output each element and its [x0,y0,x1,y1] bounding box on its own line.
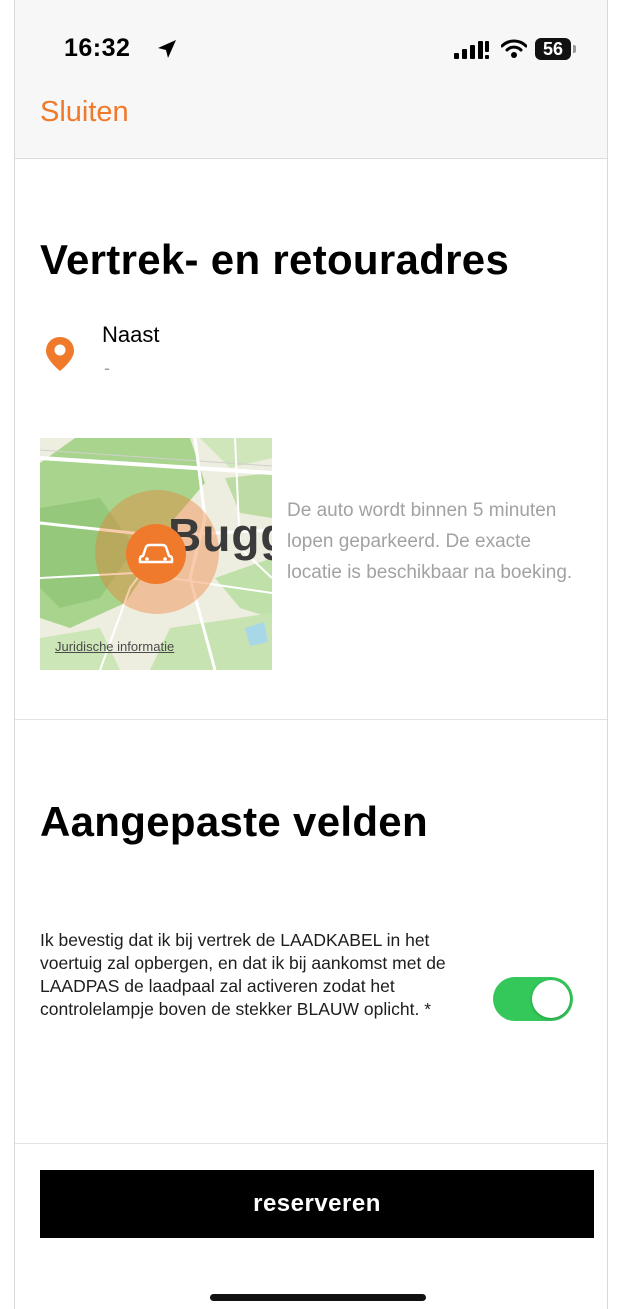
section-divider [14,719,608,720]
consent-text: Ik bevestig dat ik bij vertrek de LAADKA… [40,930,446,1019]
device-frame-left [0,0,15,1309]
car-marker[interactable] [126,524,186,584]
wifi-icon [501,39,527,58]
close-button[interactable]: Sluiten [40,96,129,129]
custom-fields-title: Aangepaste velden [40,798,428,845]
home-indicator[interactable] [210,1294,426,1301]
car-icon [138,543,174,564]
footer-divider [14,1143,608,1144]
battery-cap [573,45,576,53]
consent-toggle[interactable] [493,977,573,1021]
battery-level: 56 [535,38,571,60]
pickup-section-title: Vertrek- en retouradres [40,236,510,283]
map-caption: De auto wordt binnen 5 minuten lopen gep… [287,500,573,583]
location-arrow-icon [158,40,176,58]
location-pin-icon [46,337,74,371]
location-map[interactable]: Bugg Juridische informatie [40,438,272,670]
map-legal-link[interactable]: Juridische informatie [55,639,174,654]
reserve-button[interactable]: reserveren [40,1170,594,1238]
toggle-knob [532,980,570,1018]
address-name: Naast [102,322,160,347]
address-detail: - [104,358,110,378]
cellular-signal-icon [454,41,489,59]
status-time: 16:32 [64,34,131,62]
top-bar: 16:32 56 Sluiten [14,0,608,159]
status-bar: 16:32 56 [14,30,608,70]
device-frame-right [607,0,622,1309]
